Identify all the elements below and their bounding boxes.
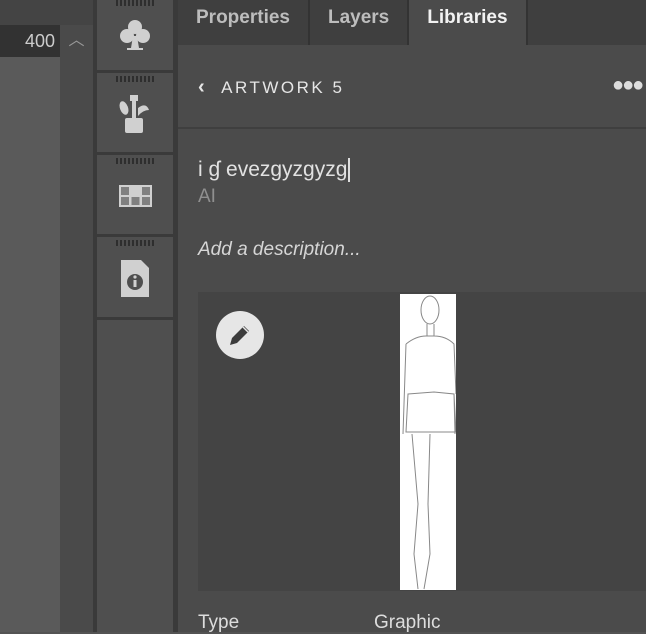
ruler-value: 400 — [25, 31, 56, 51]
description-field[interactable]: Add a description... — [198, 239, 361, 261]
more-options-icon[interactable]: ●●● — [612, 74, 644, 97]
asset-type: AI — [198, 186, 216, 207]
swatches-panel-button[interactable] — [97, 158, 173, 237]
pencil-icon — [230, 326, 249, 345]
swatches-grid-icon — [118, 185, 152, 207]
asset-name-field[interactable]: i ɠ evezgyzgyzg — [198, 158, 351, 183]
brushes-icon — [119, 95, 149, 133]
panel-header: ‹ ARTWORK 5 — [198, 76, 344, 99]
drag-grip[interactable] — [116, 0, 154, 6]
panel-tabs: Properties Layers Libraries — [178, 0, 646, 45]
document-info-icon — [121, 260, 149, 297]
text-caret — [348, 158, 351, 183]
symbols-panel-button[interactable] — [97, 0, 173, 73]
drag-grip[interactable] — [116, 76, 154, 82]
tab-layers[interactable]: Layers — [310, 0, 410, 45]
ruler: 400 — [0, 25, 60, 57]
canvas-area[interactable] — [0, 57, 60, 632]
drag-grip[interactable] — [116, 158, 154, 164]
asset-name: i ɠ evezgyzgyzg — [198, 158, 348, 181]
tab-libraries[interactable]: Libraries — [409, 0, 528, 45]
brushes-panel-button[interactable] — [97, 76, 173, 155]
edit-button[interactable] — [216, 311, 264, 359]
top-strip — [0, 0, 93, 25]
fashion-figure-image — [400, 294, 457, 590]
type-label: Type — [198, 612, 240, 633]
type-value: Graphic — [374, 612, 441, 633]
drag-grip[interactable] — [116, 240, 154, 246]
club-icon — [120, 20, 150, 50]
document-info-panel-button[interactable] — [97, 240, 173, 320]
tab-properties[interactable]: Properties — [178, 0, 310, 45]
panel-title: ARTWORK 5 — [221, 77, 345, 97]
back-chevron-icon[interactable]: ‹ — [198, 76, 207, 99]
scroll-up-icon[interactable]: ︿ — [60, 25, 93, 57]
divider — [178, 127, 646, 129]
vertical-scrollbar[interactable] — [60, 25, 93, 632]
